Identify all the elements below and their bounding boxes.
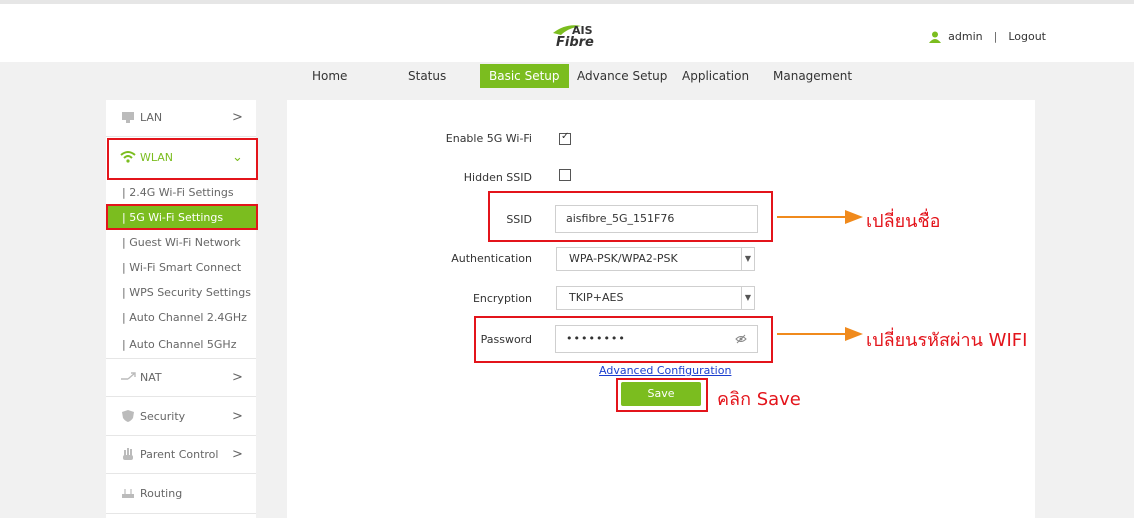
sidebar-divider — [106, 473, 256, 474]
sidebar-sub-wps[interactable]: | WPS Security Settings — [106, 280, 256, 305]
chevron-down-icon: ▼ — [741, 287, 754, 309]
sidebar-item-routing[interactable]: Routing — [106, 476, 256, 511]
sidebar-label-lan: LAN — [140, 111, 163, 124]
sidebar-sub-auto-channel-5[interactable]: | Auto Channel 5GHz — [106, 332, 256, 357]
sidebar-sub-24g-wifi[interactable]: | 2.4G Wi-Fi Settings — [106, 180, 256, 205]
sidebar-item-nat[interactable]: NAT > — [106, 360, 256, 395]
highlight-save — [616, 378, 708, 412]
nav-management[interactable]: Management — [764, 64, 861, 88]
highlight-password — [474, 316, 773, 363]
nav-application[interactable]: Application — [673, 64, 758, 88]
check-icon: ✓ — [561, 131, 570, 142]
nat-icon — [121, 372, 136, 380]
sidebar-label-routing: Routing — [140, 487, 183, 500]
router-icon — [122, 489, 134, 498]
encryption-value: TKIP+AES — [569, 291, 624, 304]
sidebar-label-parent-control: Parent Control — [140, 448, 219, 461]
nav-advance-setup[interactable]: Advance Setup — [568, 64, 676, 88]
encryption-label: Encryption — [472, 292, 532, 305]
advanced-configuration-link[interactable]: Advanced Configuration — [599, 364, 731, 377]
logo-text-bottom: Fibre — [556, 35, 594, 50]
hidden-ssid-checkbox[interactable] — [559, 169, 571, 181]
sidebar-label-nat: NAT — [140, 371, 162, 384]
sidebar-item-lan[interactable]: LAN > — [106, 100, 256, 135]
arrow-right-icon — [777, 210, 863, 224]
top-header: AIS Fibre admin | Logout — [0, 0, 1134, 62]
enable-5g-label: Enable 5G Wi-Fi — [445, 132, 532, 145]
sidebar-divider — [106, 435, 256, 436]
chevron-right-icon: > — [232, 409, 243, 424]
user-icon — [929, 31, 942, 43]
arrow-right-icon — [777, 327, 863, 341]
highlight-5g-settings — [106, 204, 258, 230]
sidebar-sub-auto-channel-24[interactable]: | Auto Channel 2.4GHz — [106, 305, 256, 330]
annotation-change-password: เปลี่ยนรหัสผ่าน WIFI — [866, 330, 1028, 351]
chevron-right-icon: > — [232, 110, 243, 125]
sidebar-label-security: Security — [140, 410, 186, 423]
nav-home[interactable]: Home — [303, 64, 356, 88]
ais-fibre-logo: AIS Fibre — [552, 22, 612, 50]
hidden-ssid-label: Hidden SSID — [463, 171, 532, 184]
hand-icon — [123, 448, 133, 460]
authentication-value: WPA-PSK/WPA2-PSK — [569, 252, 678, 265]
user-area: admin | Logout — [929, 30, 1046, 43]
user-name: admin — [948, 30, 983, 43]
sidebar-sub-smart-connect[interactable]: | Wi-Fi Smart Connect — [106, 255, 256, 280]
nav-status[interactable]: Status — [399, 64, 455, 88]
sidebar-item-parent-control[interactable]: Parent Control > — [106, 437, 256, 472]
shield-icon — [122, 410, 134, 422]
encryption-select[interactable]: TKIP+AES ▼ — [556, 286, 755, 310]
header-separator: | — [993, 30, 998, 43]
sidebar-sub-guest-wifi[interactable]: | Guest Wi-Fi Network — [106, 230, 256, 255]
lan-icon — [122, 112, 134, 123]
nav-basic-setup[interactable]: Basic Setup — [480, 64, 569, 88]
chevron-right-icon: > — [232, 370, 243, 385]
enable-5g-checkbox[interactable]: ✓ — [559, 131, 571, 145]
highlight-ssid — [488, 191, 773, 242]
annotation-rename: เปลี่ยนชื่อ — [866, 211, 941, 232]
sidebar-item-security[interactable]: Security > — [106, 399, 256, 434]
authentication-label: Authentication — [451, 252, 532, 265]
authentication-select[interactable]: WPA-PSK/WPA2-PSK ▼ — [556, 247, 755, 271]
sidebar-divider — [106, 136, 256, 137]
logout-link[interactable]: Logout — [1008, 30, 1046, 43]
main-nav: Home Status Basic Setup Advance Setup Ap… — [0, 58, 1134, 95]
chevron-right-icon: > — [232, 447, 243, 462]
chevron-down-icon: ▼ — [741, 248, 754, 270]
sidebar-divider — [106, 396, 256, 397]
annotation-click-save: คลิก Save — [717, 389, 801, 410]
highlight-wlan — [107, 138, 258, 180]
sidebar-divider — [106, 358, 256, 359]
sidebar-divider — [106, 513, 256, 514]
